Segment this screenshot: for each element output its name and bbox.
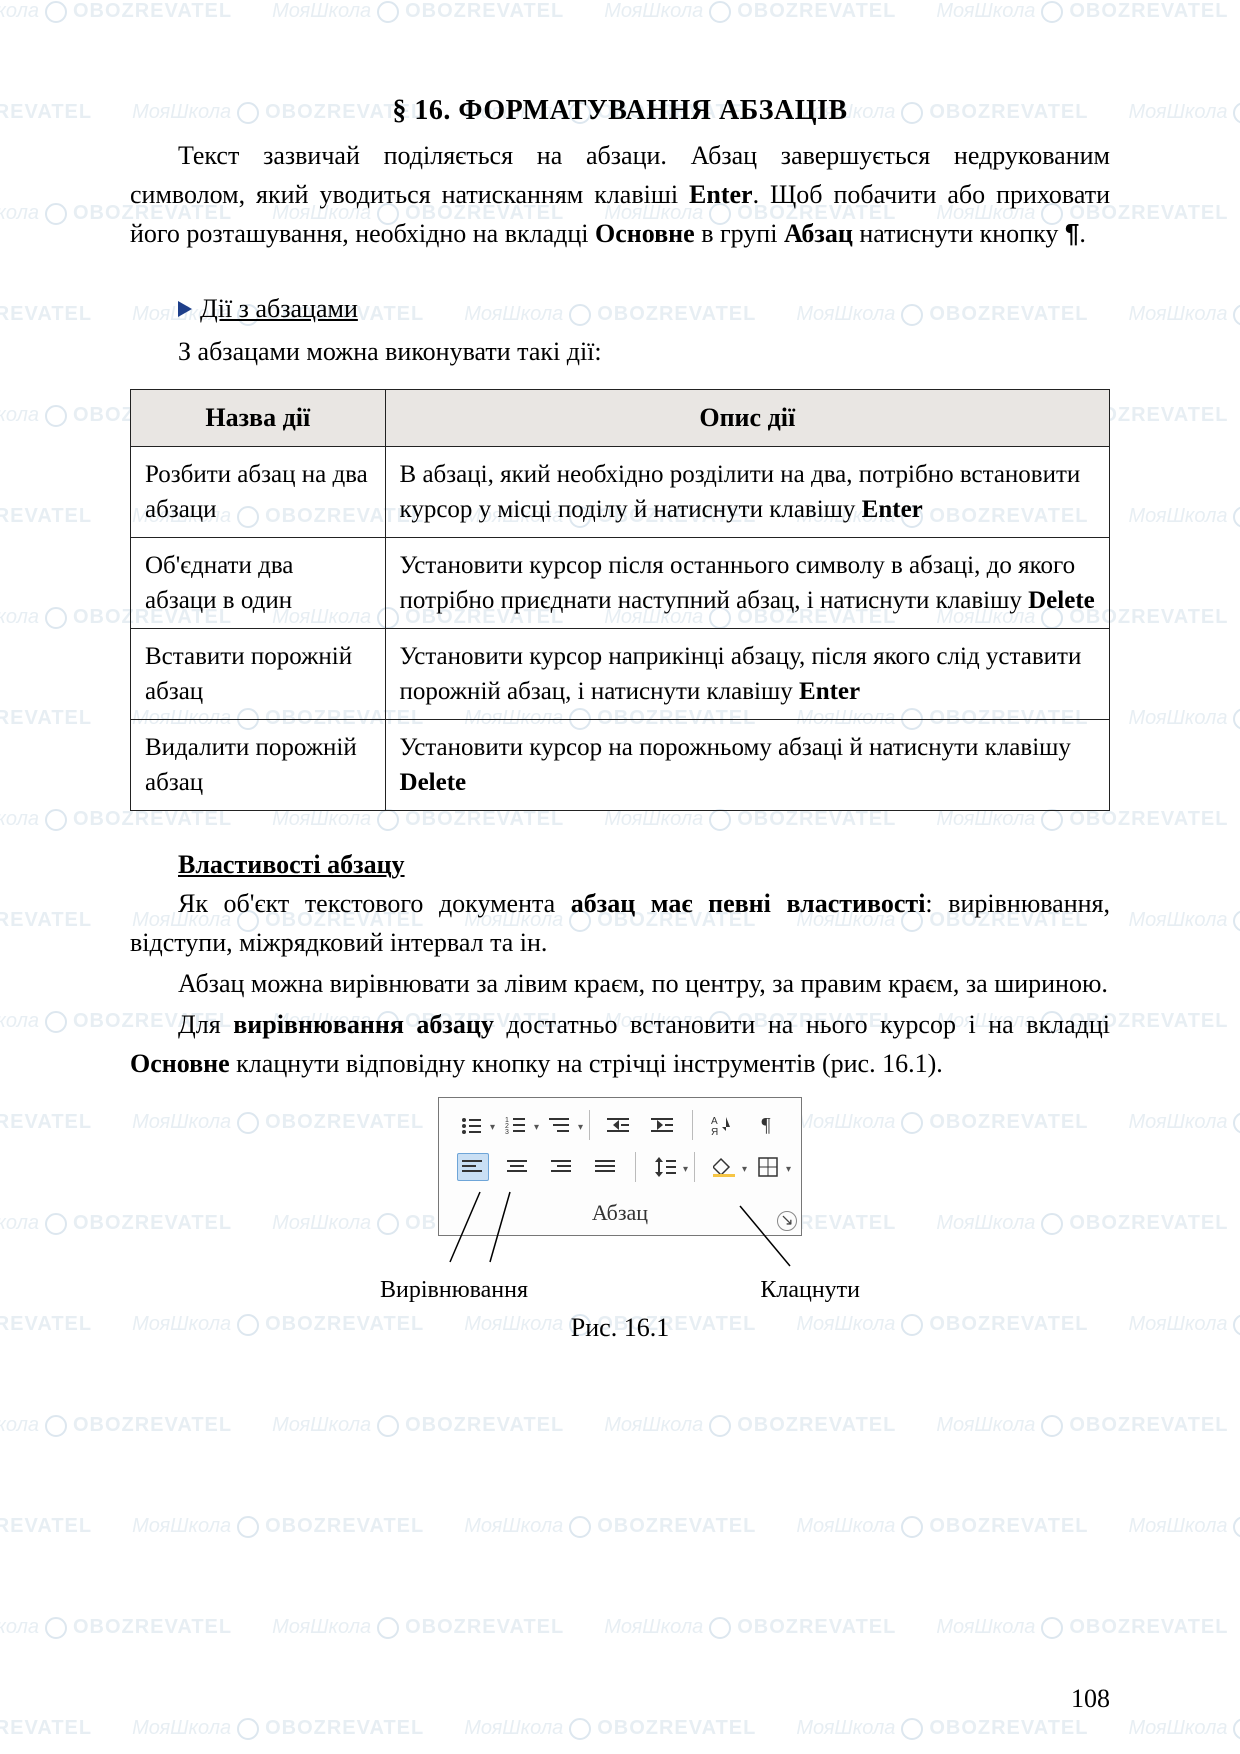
- divider: [694, 1152, 695, 1182]
- intro-text-e: .: [1079, 219, 1086, 248]
- divider: [692, 1110, 693, 1140]
- callout-alignment: Вирівнювання: [380, 1272, 528, 1308]
- body2-p2: Абзац можна вирівнювати за лівим краєм, …: [130, 964, 1110, 1003]
- numbering-icon[interactable]: 123: [501, 1112, 531, 1138]
- svg-text:Я: Я: [711, 1127, 718, 1135]
- cell-name: Вставити порожній абзац: [131, 629, 386, 720]
- subheading-2: Властивості абзацу: [178, 845, 1110, 884]
- actions-table: Назва дії Опис дії Розбити абзац на два …: [130, 389, 1110, 811]
- callout-click: Клацнути: [760, 1272, 860, 1308]
- svg-text:A: A: [711, 1116, 718, 1127]
- align-justify-icon[interactable]: [591, 1154, 621, 1180]
- page-content: § 16. ФОРМАТУВАННЯ АБЗАЦІВ Текст зазвича…: [0, 0, 1240, 1407]
- cell-desc: В абзаці, який необхідно розділити на дв…: [385, 447, 1109, 538]
- body2-p1: Як об'єкт текстового документа абзац має…: [130, 884, 1110, 962]
- cell-desc-key: Enter: [799, 678, 860, 705]
- cell-desc: Установити курсор на порожньому абзаці й…: [385, 720, 1109, 811]
- body2-p3-bold1: вирівнювання абзацу: [233, 1010, 494, 1039]
- body2-p3-c: клацнути відповідну кнопку на стрічці ін…: [230, 1049, 943, 1078]
- align-right-icon[interactable]: [547, 1154, 577, 1180]
- align-center-icon[interactable]: [503, 1154, 533, 1180]
- body2-p3-bold2: Основне: [130, 1049, 230, 1078]
- bullets-icon[interactable]: [457, 1112, 487, 1138]
- key-enter: Enter: [689, 180, 753, 209]
- cell-desc: Установити курсор наприкінці абзацу, піс…: [385, 629, 1109, 720]
- subheading-row-1: Дії з абзацами: [178, 289, 1110, 328]
- body2-p1-a: Як об'єкт текстового документа: [178, 889, 571, 918]
- multilevel-list-icon[interactable]: [545, 1112, 575, 1138]
- section-title: § 16. ФОРМАТУВАННЯ АБЗАЦІВ: [130, 90, 1110, 132]
- sort-icon[interactable]: AЯ: [707, 1112, 737, 1138]
- cell-desc-a: Установити курсор після останнього симво…: [400, 552, 1076, 614]
- figure-16-1: 123 AЯ ¶: [130, 1097, 1110, 1347]
- pilcrow-icon: ¶: [1065, 218, 1079, 248]
- shading-icon[interactable]: [709, 1154, 739, 1180]
- table-header-name: Назва дії: [131, 390, 386, 447]
- line-spacing-icon[interactable]: [650, 1154, 680, 1180]
- table-row: Видалити порожній абзац Установити курсо…: [131, 720, 1110, 811]
- table-row: Вставити порожній абзац Установити курсо…: [131, 629, 1110, 720]
- cell-name: Видалити порожній абзац: [131, 720, 386, 811]
- group-name: Абзац: [784, 219, 853, 248]
- figure-caption: Рис. 16.1: [130, 1308, 1110, 1347]
- intro-text-d: натиснути кнопку: [853, 219, 1065, 248]
- svg-text:3: 3: [505, 1129, 509, 1134]
- cell-name: Розбити абзац на два абзаци: [131, 447, 386, 538]
- divider: [635, 1152, 636, 1182]
- cell-desc-key: Delete: [400, 769, 467, 796]
- ribbon-row-bottom: [453, 1150, 787, 1184]
- cell-desc-a: В абзаці, який необхідно розділити на дв…: [400, 461, 1081, 523]
- increase-indent-icon[interactable]: [648, 1112, 678, 1138]
- sub1-intro: З абзацами можна виконувати такі дії:: [130, 332, 1110, 371]
- ribbon-row-top: 123 AЯ ¶: [453, 1108, 787, 1142]
- table-header-desc: Опис дії: [385, 390, 1109, 447]
- cell-desc-a: Установити курсор наприкінці абзацу, піс…: [400, 643, 1082, 705]
- divider: [589, 1110, 590, 1140]
- body2-p3-b: достатньо встановити на нього курсор і н…: [494, 1010, 1110, 1039]
- cell-name: Об'єднати два абзаци в один: [131, 538, 386, 629]
- borders-icon[interactable]: [753, 1154, 783, 1180]
- intro-paragraph: Текст зазвичай поділяється на абзаци. Аб…: [130, 136, 1110, 253]
- table-row: Розбити абзац на два абзаци В абзаці, як…: [131, 447, 1110, 538]
- section-2: Властивості абзацу Як об'єкт текстового …: [130, 845, 1110, 1083]
- page-number: 108: [1071, 1684, 1110, 1714]
- body2-p3: Для вирівнювання абзацу достатньо встано…: [130, 1005, 1110, 1083]
- body2-p3-a: Для: [178, 1010, 233, 1039]
- cell-desc: Установити курсор після останнього симво…: [385, 538, 1109, 629]
- show-pilcrow-icon[interactable]: ¶: [751, 1112, 781, 1138]
- subheading-1: Дії з абзацами: [200, 289, 358, 328]
- body2-p1-bold: абзац має певні властивості: [571, 889, 926, 918]
- intro-text-c: в групі: [695, 219, 784, 248]
- align-left-icon[interactable]: [457, 1153, 489, 1181]
- decrease-indent-icon[interactable]: [604, 1112, 634, 1138]
- cell-desc-a: Установити курсор на порожньому абзаці й…: [400, 734, 1071, 761]
- tab-name: Основне: [595, 219, 695, 248]
- table-row: Об'єднати два абзаци в один Установити к…: [131, 538, 1110, 629]
- figure-callouts: Вирівнювання Клацнути: [410, 1236, 830, 1306]
- cell-desc-key: Enter: [862, 496, 923, 523]
- cell-desc-key: Delete: [1028, 587, 1095, 614]
- triangle-bullet-icon: [178, 301, 192, 317]
